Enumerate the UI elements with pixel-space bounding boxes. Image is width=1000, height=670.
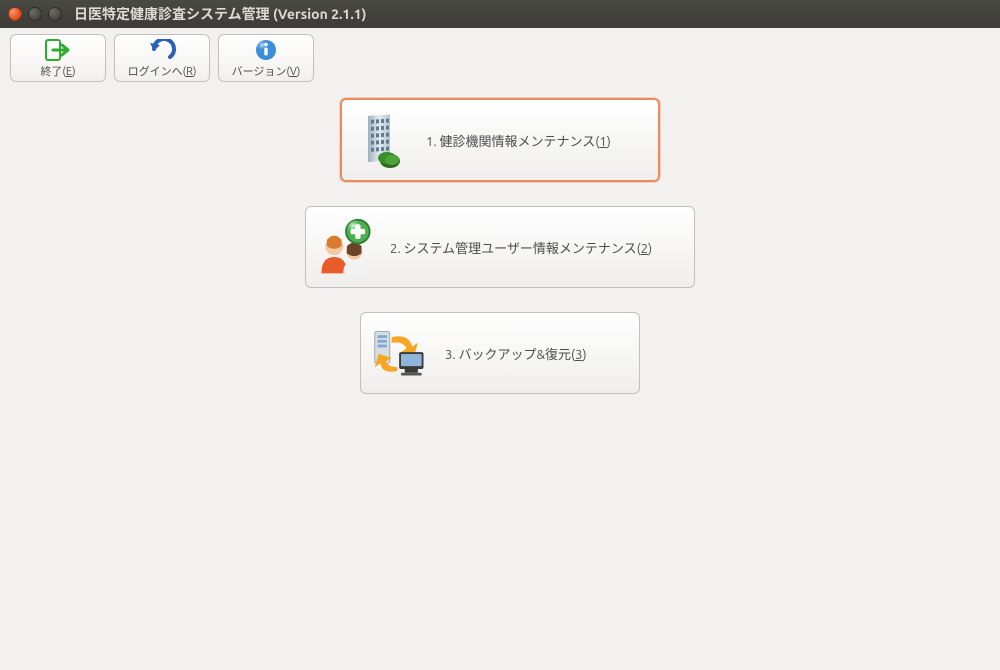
info-icon [255, 38, 277, 62]
building-icon [352, 110, 412, 170]
login-label: ログインへ(R) [128, 63, 197, 79]
main-menu: 1. 健診機関情報メンテナンス(1) [0, 88, 1000, 394]
version-button[interactable]: バージョン(V) [218, 34, 314, 82]
exit-label: 終了(E) [40, 63, 75, 79]
maximize-window-button[interactable] [48, 7, 62, 21]
menu-item-backup-restore[interactable]: 3. バックアップ&復元(3) [360, 312, 640, 394]
users-add-icon [316, 217, 376, 277]
menu-item-user-maintenance[interactable]: 2. システム管理ユーザー情報メンテナンス(2) [305, 206, 695, 288]
undo-icon [148, 38, 176, 62]
window-title: 日医特定健康診査システム管理 (Version 2.1.1) [74, 4, 367, 24]
exit-button[interactable]: 終了(E) [10, 34, 106, 82]
titlebar: 日医特定健康診査システム管理 (Version 2.1.1) [0, 0, 1000, 28]
menu-item-1-label: 1. 健診機関情報メンテナンス(1) [426, 131, 611, 150]
window-controls [8, 7, 62, 21]
minimize-window-button[interactable] [28, 7, 42, 21]
version-label: バージョン(V) [232, 63, 301, 79]
backup-icon [371, 323, 431, 383]
menu-item-2-label: 2. システム管理ユーザー情報メンテナンス(2) [390, 238, 652, 257]
toolbar: 終了(E) ログインへ(R) [0, 28, 1000, 88]
menu-item-3-label: 3. バックアップ&復元(3) [445, 344, 587, 363]
menu-item-maintenance[interactable]: 1. 健診機関情報メンテナンス(1) [340, 98, 660, 182]
close-window-button[interactable] [8, 7, 22, 21]
login-button[interactable]: ログインへ(R) [114, 34, 210, 82]
exit-icon [45, 38, 71, 62]
